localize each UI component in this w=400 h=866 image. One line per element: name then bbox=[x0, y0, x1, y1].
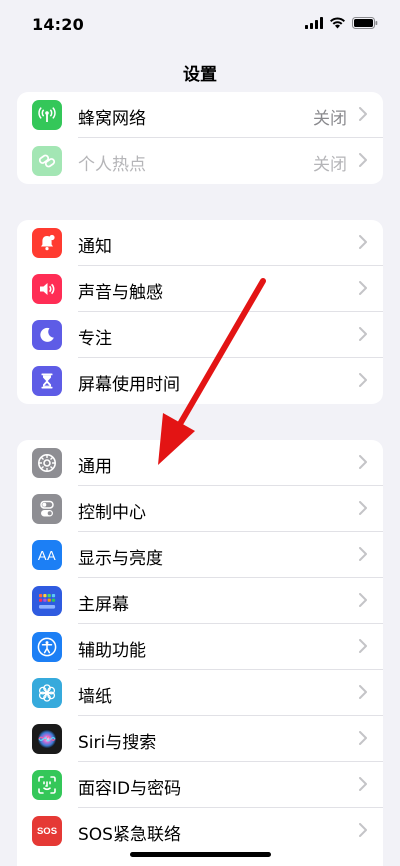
settings-row-cellular[interactable]: 蜂窝网络 关闭 bbox=[17, 92, 383, 138]
settings-row-label: 控制中心 bbox=[78, 503, 146, 523]
sos-glyph: SOS bbox=[36, 825, 58, 837]
sos-icon: SOS bbox=[32, 816, 62, 846]
toggles-icon bbox=[32, 494, 62, 524]
battery-icon bbox=[352, 17, 378, 29]
chevron-right-icon bbox=[359, 235, 367, 249]
moon-icon bbox=[32, 320, 62, 350]
chevron-right-icon bbox=[359, 373, 367, 387]
settings-row-label: 通用 bbox=[78, 457, 112, 477]
settings-row-face-id[interactable]: 面容ID与密码 bbox=[17, 762, 383, 808]
settings-row-value: 关闭 bbox=[313, 155, 347, 175]
page-title: 设置 bbox=[183, 65, 217, 85]
chevron-right-icon bbox=[359, 639, 367, 653]
settings-row-label: 辅助功能 bbox=[78, 641, 146, 661]
settings-row-general[interactable]: 通用 bbox=[17, 440, 383, 486]
chevron-right-icon bbox=[359, 281, 367, 295]
speaker-icon bbox=[32, 274, 62, 304]
settings-row-value: 关闭 bbox=[313, 109, 347, 129]
settings-row-siri[interactable]: Siri与搜索 bbox=[17, 716, 383, 762]
cellular-antenna-icon bbox=[32, 100, 62, 130]
settings-row-label: 屏幕使用时间 bbox=[78, 375, 180, 395]
settings-row-label: 声音与触感 bbox=[78, 283, 163, 303]
settings-row-sounds[interactable]: 声音与触感 bbox=[17, 266, 383, 312]
flower-icon bbox=[32, 678, 62, 708]
settings-row-label: 墙纸 bbox=[78, 687, 112, 707]
settings-row-label: 面容ID与密码 bbox=[78, 779, 182, 799]
siri-icon bbox=[32, 724, 62, 754]
settings-row-display[interactable]: AA 显示与亮度 bbox=[17, 532, 383, 578]
settings-row-label: 蜂窝网络 bbox=[78, 109, 146, 129]
chevron-right-icon bbox=[359, 107, 367, 121]
text-size-icon: AA bbox=[32, 540, 62, 570]
gear-icon bbox=[32, 448, 62, 478]
hourglass-icon bbox=[32, 366, 62, 396]
settings-row-screen-time[interactable]: 屏幕使用时间 bbox=[17, 358, 383, 404]
settings-row-label: 通知 bbox=[78, 237, 112, 257]
settings-row-focus[interactable]: 专注 bbox=[17, 312, 383, 358]
aa-glyph: AA bbox=[37, 547, 57, 563]
chevron-right-icon bbox=[359, 547, 367, 561]
chevron-right-icon bbox=[359, 823, 367, 837]
settings-group-network: 蜂窝网络 关闭 个人热点 关闭 bbox=[17, 92, 383, 184]
signal-icon bbox=[305, 17, 323, 29]
home-grid-icon bbox=[32, 586, 62, 616]
status-icons bbox=[305, 17, 378, 29]
settings-row-control-center[interactable]: 控制中心 bbox=[17, 486, 383, 532]
face-id-icon bbox=[32, 770, 62, 800]
hotspot-chain-icon bbox=[32, 146, 62, 176]
wifi-icon bbox=[330, 17, 345, 29]
chevron-right-icon bbox=[359, 593, 367, 607]
settings-group-notifications: 通知 声音与触感 专注 屏幕使用时间 bbox=[17, 220, 383, 404]
settings-row-label: Siri与搜索 bbox=[78, 733, 157, 753]
settings-group-general: 通用 控制中心 AA 显示与亮度 主屏幕 辅助功能 墙纸 Siri与搜索 面容I… bbox=[17, 440, 383, 866]
chevron-right-icon bbox=[359, 455, 367, 469]
accessibility-icon bbox=[32, 632, 62, 662]
chevron-right-icon bbox=[359, 777, 367, 791]
settings-row-label: 专注 bbox=[78, 329, 112, 349]
settings-row-label: 显示与亮度 bbox=[78, 549, 163, 569]
nav-bar: 设置 bbox=[0, 52, 400, 92]
settings-row-hotspot[interactable]: 个人热点 关闭 bbox=[17, 138, 383, 184]
chevron-right-icon bbox=[359, 731, 367, 745]
settings-row-home-screen[interactable]: 主屏幕 bbox=[17, 578, 383, 624]
settings-row-label: SOS紧急联络 bbox=[78, 825, 181, 845]
settings-row-emergency-sos[interactable]: SOS SOS紧急联络 bbox=[17, 808, 383, 854]
chevron-right-icon bbox=[359, 685, 367, 699]
chevron-right-icon bbox=[359, 153, 367, 167]
settings-row-notifications[interactable]: 通知 bbox=[17, 220, 383, 266]
home-indicator[interactable] bbox=[130, 852, 271, 857]
chevron-right-icon bbox=[359, 501, 367, 515]
chevron-right-icon bbox=[359, 327, 367, 341]
bell-icon bbox=[32, 228, 62, 258]
settings-row-wallpaper[interactable]: 墙纸 bbox=[17, 670, 383, 716]
settings-row-accessibility[interactable]: 辅助功能 bbox=[17, 624, 383, 670]
status-bar: 14:20 bbox=[0, 0, 400, 52]
settings-row-label: 个人热点 bbox=[78, 155, 146, 175]
status-time: 14:20 bbox=[32, 15, 84, 34]
settings-row-label: 主屏幕 bbox=[78, 595, 129, 615]
